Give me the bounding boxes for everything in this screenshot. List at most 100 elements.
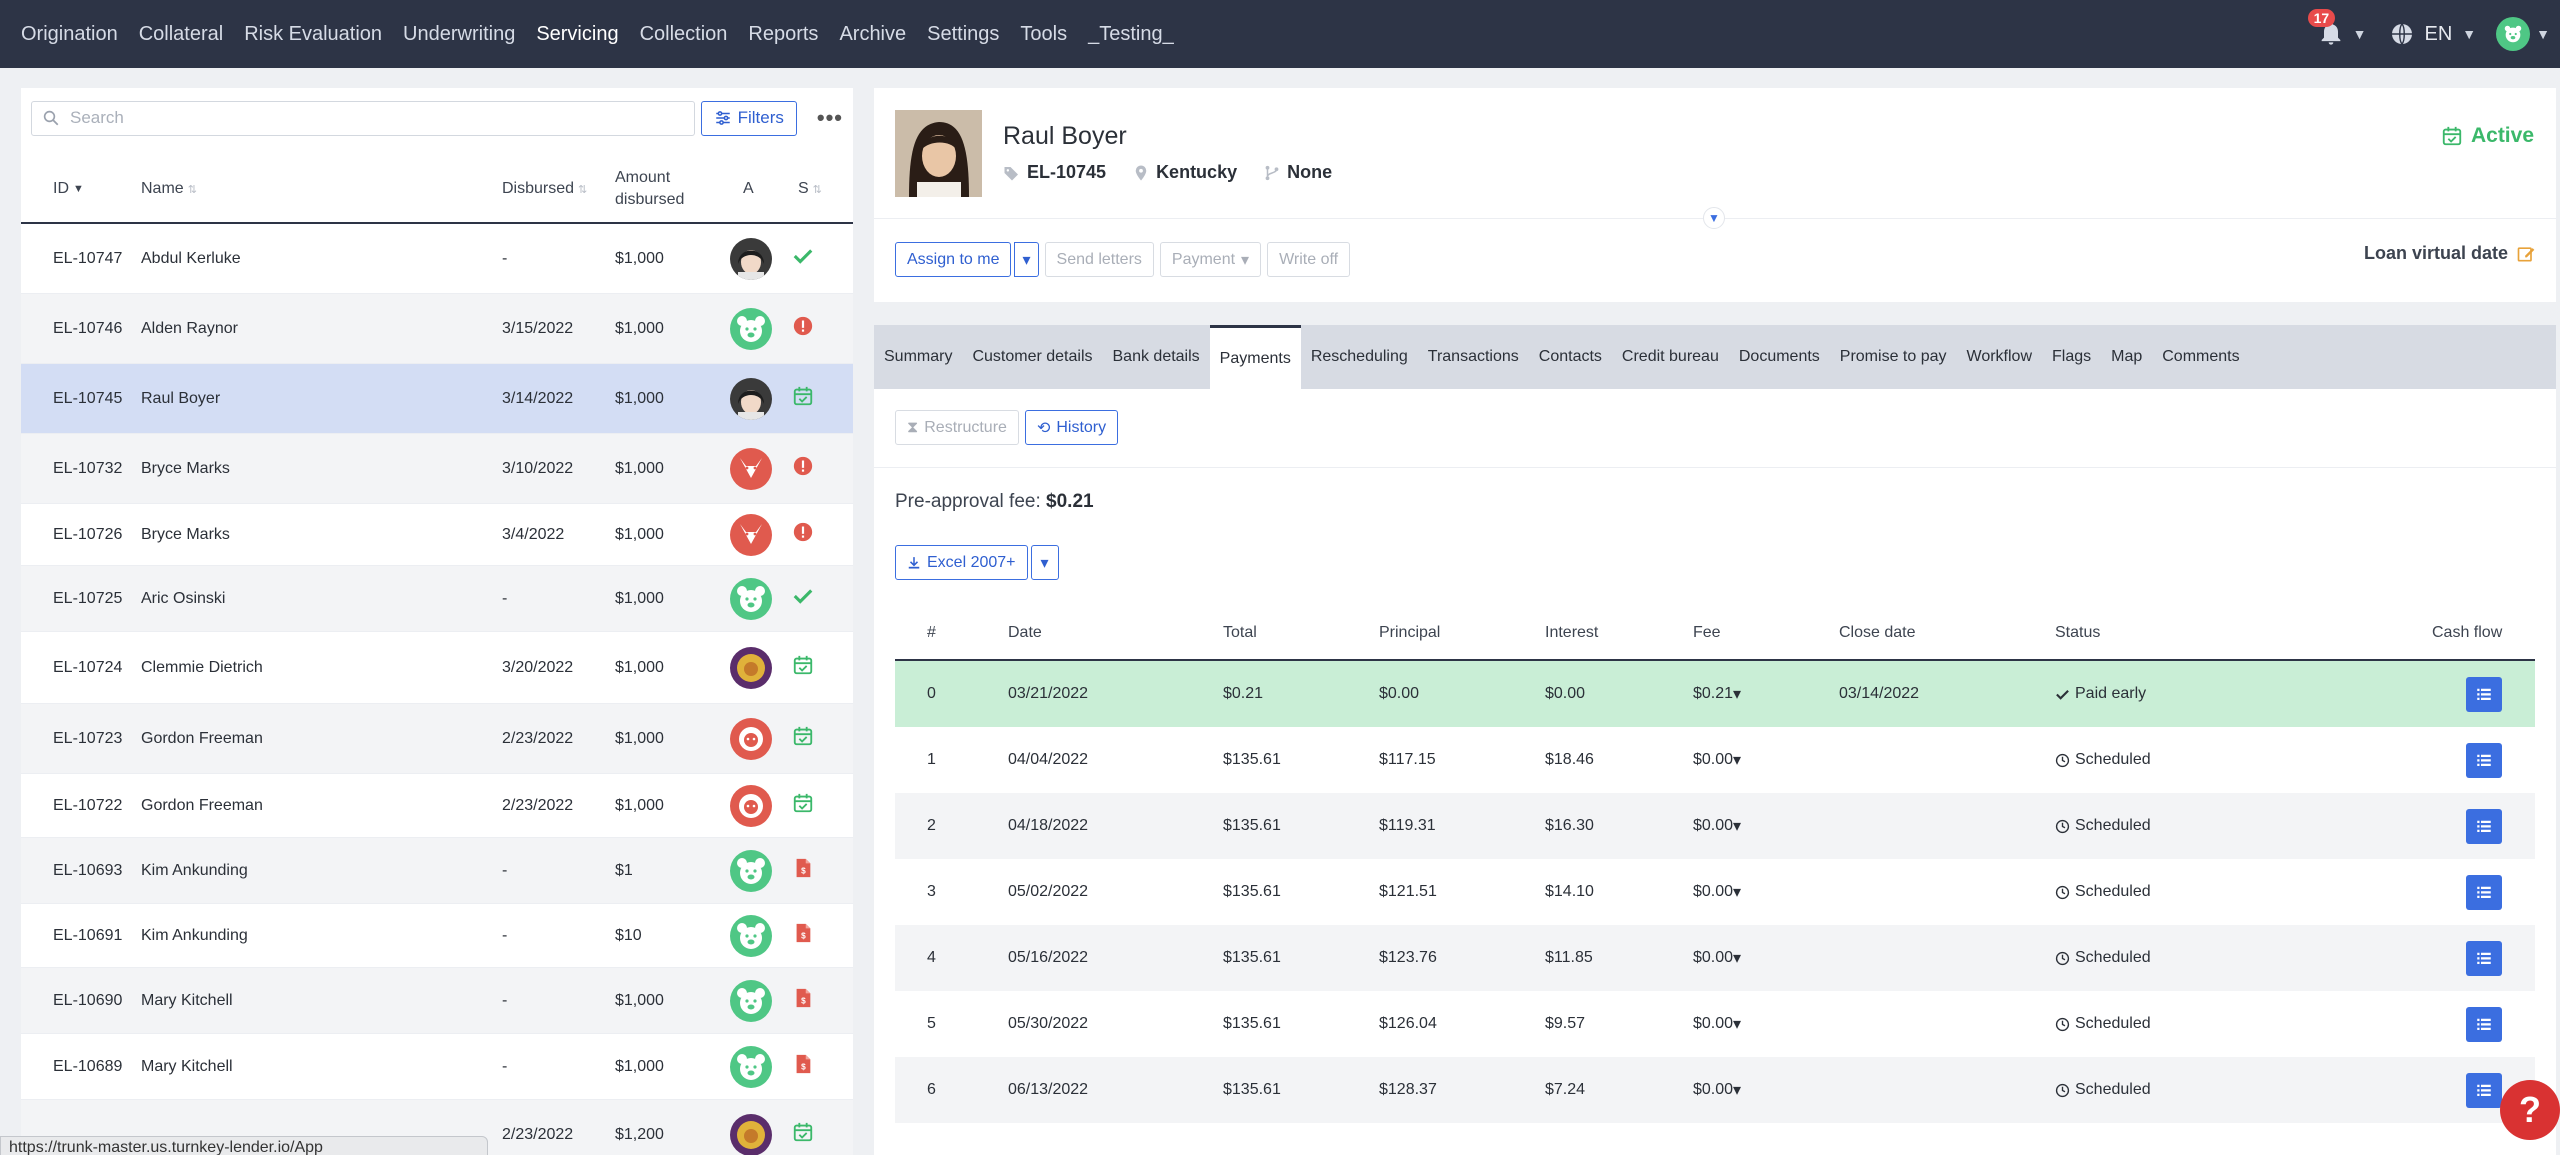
excel-export-button[interactable]: Excel 2007+ (895, 545, 1028, 580)
loan-table-row[interactable]: EL-10732 Bryce Marks 3/10/2022 $1,000 (21, 434, 853, 504)
borrower-name: Mary Kitchell (141, 1057, 233, 1075)
tab[interactable]: Comments (2152, 325, 2249, 389)
tab[interactable]: Contacts (1529, 325, 1612, 389)
nav-item[interactable]: Collateral (139, 23, 223, 46)
column-header-amount[interactable]: Amount disbursed (615, 154, 707, 224)
loan-virtual-date[interactable]: Loan virtual date (2364, 243, 2536, 264)
column-header-name[interactable]: Name ⇅ (141, 154, 197, 224)
restructure-button[interactable]: ⧗ Restructure (895, 410, 1019, 445)
disbursed-date: - (502, 249, 508, 267)
cash-flow-button[interactable] (2466, 1006, 2502, 1042)
check-icon (792, 245, 814, 272)
loan-table-row[interactable]: EL-10726 Bryce Marks 3/4/2022 $1,000 (21, 504, 853, 566)
payment-interest: $18.46 (1545, 751, 1594, 768)
cash-flow-button[interactable] (2466, 808, 2502, 844)
nav-item[interactable]: Settings (927, 23, 999, 46)
disbursed-date: - (502, 991, 508, 1009)
cash-flow-button[interactable] (2466, 940, 2502, 976)
tab[interactable]: Bank details (1103, 325, 1210, 389)
loan-table-row[interactable]: EL-10722 Gordon Freeman 2/23/2022 $1,000 (21, 774, 853, 838)
payment-fee-dropdown[interactable]: $0.00 ▾ (1693, 859, 1741, 925)
disbursed-date: 3/15/2022 (502, 319, 574, 337)
cash-flow-button[interactable] (2466, 1072, 2502, 1108)
payment-fee-dropdown[interactable]: $0.00 ▾ (1693, 925, 1741, 991)
tab[interactable]: Summary (874, 325, 962, 389)
column-header-status[interactable]: S ⇅ (798, 154, 822, 224)
assign-to-me-button[interactable]: Assign to me (895, 242, 1012, 277)
collapse-toggle[interactable]: ▼ (1703, 207, 1725, 229)
user-avatar[interactable] (2496, 17, 2531, 51)
send-letters-button[interactable]: Send letters (1044, 242, 1154, 277)
list-icon (2475, 1081, 2493, 1099)
tab[interactable]: Workflow (1957, 325, 2043, 389)
excel-dropdown-toggle[interactable]: ▾ (1030, 545, 1059, 580)
loan-table-row[interactable]: EL-10724 Clemmie Dietrich 3/20/2022 $1,000 (21, 632, 853, 704)
chevron-down-icon[interactable]: ▼ (2536, 26, 2550, 42)
notifications-button[interactable]: 17 (2307, 9, 2347, 49)
assign-dropdown-toggle[interactable]: ▾ (1014, 242, 1039, 277)
filters-button[interactable]: Filters (700, 100, 797, 136)
payment-fee-dropdown[interactable]: $0.00 ▾ (1693, 793, 1741, 859)
loan-id: EL-10725 (53, 589, 123, 607)
chevron-down-icon: ▾ (1733, 818, 1742, 835)
top-right-controls: 17 ▼ EN ▼ ▼ (2307, 0, 2560, 68)
nav-item[interactable]: Underwriting (403, 23, 515, 46)
nav-item[interactable]: Collection (640, 23, 728, 46)
chevron-down-icon[interactable]: ▼ (2353, 26, 2367, 42)
tab[interactable]: Credit bureau (1612, 325, 1729, 389)
tab[interactable]: Transactions (1418, 325, 1529, 389)
column-header-assignee[interactable]: A (743, 154, 754, 224)
search-input[interactable] (70, 108, 670, 128)
loan-table-row[interactable]: EL-10747 Abdul Kerluke - $1,000 (21, 224, 853, 294)
loan-table-row[interactable]: EL-10691 Kim Ankunding - $10 $ (21, 904, 853, 968)
tab[interactable]: Promise to pay (1830, 325, 1957, 389)
loan-table-row[interactable]: EL-10690 Mary Kitchell - $1,000 $ (21, 968, 853, 1034)
cash-flow-button[interactable] (2466, 676, 2502, 712)
tab[interactable]: Payments (1209, 325, 1301, 389)
payment-status: Scheduled (2055, 1057, 2151, 1123)
chevron-down-icon: ▼ (1708, 211, 1720, 225)
loan-table-row[interactable]: EL-10746 Alden Raynor 3/15/2022 $1,000 (21, 294, 853, 364)
column-header-disbursed[interactable]: Disbursed ⇅ (502, 154, 587, 224)
cash-flow-button[interactable] (2466, 874, 2502, 910)
loan-table-row[interactable]: EL-10693 Kim Ankunding - $1 $ (21, 838, 853, 904)
loan-table-row[interactable]: EL-10745 Raul Boyer 3/14/2022 $1,000 (21, 364, 853, 434)
edit-icon[interactable] (2516, 244, 2536, 264)
nav-item[interactable]: Origination (21, 23, 118, 46)
cash-flow-button[interactable] (2466, 742, 2502, 778)
nav-item[interactable]: Reports (748, 23, 818, 46)
tab[interactable]: Customer details (962, 325, 1102, 389)
assignee-cell (730, 1034, 772, 1099)
loan-table-row[interactable]: EL-10725 Aric Osinski - $1,000 (21, 566, 853, 632)
chevron-down-icon: ▾ (1733, 752, 1742, 769)
tab[interactable]: Rescheduling (1301, 325, 1418, 389)
payment-fee-dropdown[interactable]: $0.00 ▾ (1693, 727, 1741, 793)
payment-button[interactable]: Payment ▾ (1159, 242, 1262, 277)
pre-approval-fee: Pre-approval fee: $0.21 (895, 491, 1094, 513)
payment-fee-dropdown[interactable]: $0.00 ▾ (1693, 991, 1741, 1057)
tab[interactable]: Map (2101, 325, 2152, 389)
nav-item[interactable]: Archive (839, 23, 906, 46)
nav-item[interactable]: Tools (1020, 23, 1067, 46)
language-selector[interactable]: EN ▼ (2390, 22, 2476, 46)
payment-number: 2 (927, 817, 936, 834)
svg-text:$: $ (801, 997, 806, 1006)
nav-item[interactable]: Servicing (536, 23, 618, 46)
history-button[interactable]: ⟲ History (1024, 410, 1119, 445)
nav-item[interactable]: Risk Evaluation (244, 23, 382, 46)
tab[interactable]: Flags (2042, 325, 2101, 389)
help-button[interactable]: ? (2500, 1080, 2560, 1140)
nav-item[interactable]: _Testing_ (1088, 23, 1174, 46)
payment-fee-dropdown[interactable]: $0.21 ▾ (1693, 661, 1741, 727)
payment-principal: $0.00 (1379, 685, 1420, 702)
tab[interactable]: Documents (1729, 325, 1830, 389)
search-field[interactable] (31, 100, 695, 136)
loan-id: EL-10693 (53, 861, 123, 879)
loan-table-row[interactable]: EL-10723 Gordon Freeman 2/23/2022 $1,000 (21, 704, 853, 774)
loan-table-row[interactable]: EL-10689 Mary Kitchell - $1,000 $ (21, 1034, 853, 1100)
filters-label: Filters (737, 108, 784, 127)
more-options-button[interactable]: ••• (817, 105, 843, 131)
write-off-button[interactable]: Write off (1267, 242, 1351, 277)
payment-fee-dropdown[interactable]: $0.00 ▾ (1693, 1057, 1741, 1123)
column-header-id[interactable]: ID ▼ (53, 154, 84, 224)
